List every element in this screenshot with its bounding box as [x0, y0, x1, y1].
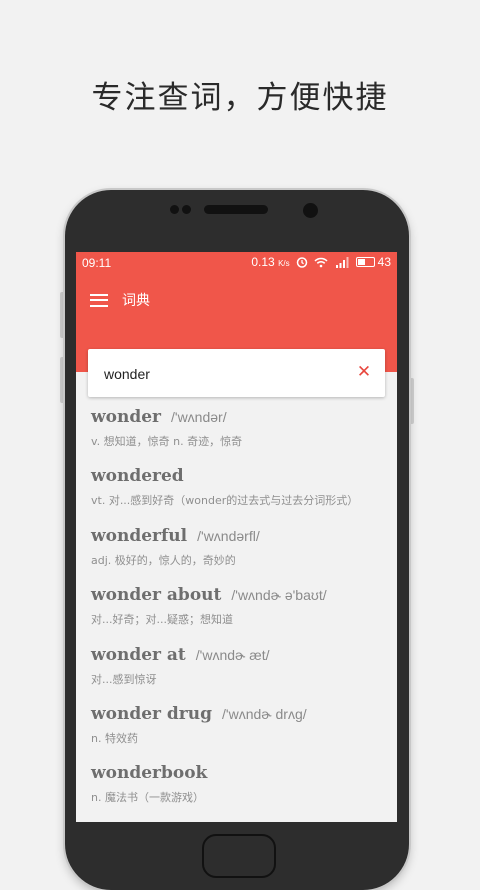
search-input[interactable]: [102, 362, 346, 386]
status-bar: 09:11 0.13 K/s 43: [82, 255, 391, 273]
result-definition: 对...感到惊讶: [91, 672, 157, 686]
search-box: ✕: [88, 349, 385, 397]
result-phonetic: /'wʌndər/: [171, 409, 227, 425]
result-word: wonder: [91, 407, 161, 427]
result-phonetic: /'wʌndɚ ə'baʊt/: [231, 587, 327, 604]
power-button: [409, 378, 414, 424]
battery-level: 43: [377, 255, 391, 269]
list-item[interactable]: wonder about /'wʌndɚ ə'baʊt/对...好奇；对...疑惑…: [76, 578, 397, 637]
wifi-icon: [314, 257, 328, 268]
app-screen: 09:11 0.13 K/s 43 词典 wonder ✕ wonder /'w…: [76, 252, 397, 822]
result-definition: v. 想知道，惊奇 n. 奇迹，惊奇: [91, 435, 243, 448]
result-definition: vt. 对...感到好奇（wonder的过去式与过去分词形式）: [91, 494, 359, 508]
status-time: 09:11: [82, 256, 112, 270]
menu-icon[interactable]: [90, 293, 108, 307]
promo-title: 专注查词，方便快捷: [91, 80, 389, 116]
result-phonetic: /'wʌndɚ æt/: [195, 646, 270, 663]
list-item[interactable]: wonderful /'wʌndərfl/adj. 极好的，惊人的，奇妙的: [76, 519, 397, 578]
list-item[interactable]: wonder drug /'wʌndɚ drʌg/n. 特效药: [76, 697, 397, 756]
result-definition: adj. 极好的，惊人的，奇妙的: [91, 553, 236, 567]
alarm-icon: [296, 256, 308, 268]
list-item[interactable]: wonderbook n. 魔法书（一款游戏）: [76, 756, 397, 815]
network-speed: 0.13 K/s: [251, 255, 290, 269]
signal-icon: [334, 256, 350, 268]
result-word: wondered: [91, 466, 184, 487]
list-item[interactable]: wonder at /'wʌndɚ æt/对...感到惊讶: [76, 638, 397, 697]
sensor-dot: [182, 205, 191, 214]
result-phonetic: /'wʌndərfl/: [197, 527, 260, 544]
result-word: wonderbook: [91, 763, 208, 784]
battery-icon: 43: [355, 255, 391, 269]
result-word: wonderful: [91, 525, 188, 546]
result-definition: n. 特效药: [91, 731, 138, 745]
clear-icon[interactable]: ✕: [353, 361, 375, 383]
sensor-dot: [170, 205, 179, 214]
result-word: wonder at: [91, 644, 186, 665]
results-list: wonder /'wʌndər/v. 想知道，惊奇 n. 奇迹，惊奇 wondere…: [76, 400, 397, 816]
result-definition: n. 魔法书（一款游戏）: [91, 791, 204, 805]
result-phonetic: /'wʌndɚ drʌg/: [222, 705, 307, 722]
result-definition: 对...好奇；对...疑惑；想知道: [91, 613, 233, 627]
result-word: wonder drug: [91, 703, 213, 724]
earpiece-speaker: [204, 205, 268, 214]
app-title: 词典: [122, 293, 150, 309]
front-camera: [303, 203, 318, 218]
toolbar: 词典: [90, 290, 150, 310]
home-button: [202, 834, 276, 878]
result-word: wonder about: [91, 585, 222, 606]
list-item[interactable]: wonder /'wʌndər/v. 想知道，惊奇 n. 奇迹，惊奇: [76, 400, 397, 459]
list-item[interactable]: wondered vt. 对...感到好奇（wonder的过去式与过去分词形式）: [76, 459, 397, 518]
